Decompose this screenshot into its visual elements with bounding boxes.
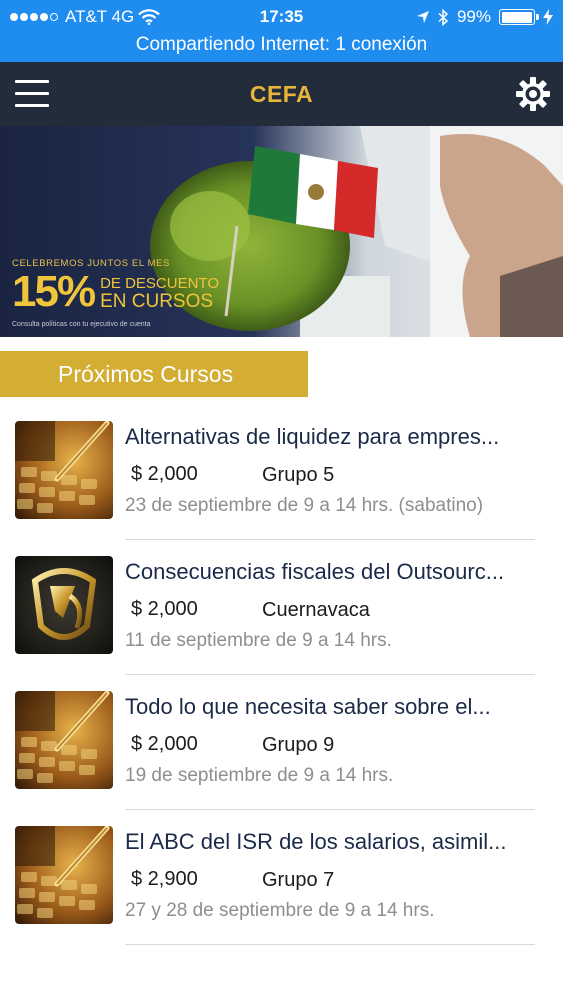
- course-price: $ 2,900: [131, 868, 198, 890]
- app-title: CEFA: [249, 81, 314, 107]
- course-title: El ABC del ISR de los salarios, asimil..…: [125, 829, 507, 854]
- course-item[interactable]: Todo lo que necesita saber sobre el... $…: [0, 675, 563, 810]
- app-header: CEFA: [0, 62, 563, 126]
- course-date: 11 de septiembre de 9 a 14 hrs.: [125, 630, 392, 651]
- gear-icon[interactable]: [515, 76, 551, 112]
- promo-banner[interactable]: CELEBREMOS JUNTOS EL MES 15% DE DESCUENT…: [0, 126, 563, 337]
- course-title: Alternativas de liquidez para empres...: [125, 424, 500, 449]
- course-group: Grupo 5: [262, 464, 335, 486]
- course-item[interactable]: Consecuencias fiscales del Outsourc... $…: [0, 540, 563, 675]
- banner-description: DE DESCUENTO EN CURSOS: [100, 275, 219, 312]
- calculator-pen-thumbnail: [15, 691, 113, 789]
- divider: [125, 944, 535, 945]
- section-title-upcoming-courses: Próximos Cursos: [0, 351, 308, 397]
- course-title: Todo lo que necesita saber sobre el...: [125, 694, 491, 719]
- course-title: Consecuencias fiscales del Outsourc...: [125, 559, 505, 584]
- battery-level: [501, 11, 533, 23]
- calculator-pen-thumbnail: [15, 826, 113, 924]
- gold-emblem-thumbnail: [15, 556, 113, 654]
- location-arrow-icon: [416, 11, 429, 23]
- course-price: $ 2,000: [131, 733, 198, 755]
- course-item[interactable]: Alternativas de liquidez para empres... …: [0, 405, 563, 540]
- banner-percent: 15%: [12, 267, 96, 316]
- status-row: AT&T 4G 17:35 99%: [0, 4, 563, 30]
- status-right: 99%: [416, 4, 553, 30]
- battery-percent: 99%: [456, 7, 491, 26]
- course-list: Alternativas de liquidez para empres... …: [0, 405, 563, 945]
- banner-text: CELEBREMOS JUNTOS EL MES 15% DE DESCUENT…: [12, 258, 219, 328]
- hotspot-banner[interactable]: Compartiendo Internet: 1 conexión: [0, 31, 563, 59]
- course-date: 27 y 28 de septiembre de 9 a 14 hrs.: [125, 900, 435, 921]
- course-group: Cuernavaca: [262, 599, 370, 621]
- course-item[interactable]: El ABC del ISR de los salarios, asimil..…: [0, 810, 563, 945]
- course-group: Grupo 7: [262, 869, 335, 891]
- banner-desc-line2: EN CURSOS: [100, 291, 214, 312]
- banner-desc-line1: DE DESCUENTO: [100, 275, 219, 292]
- banner-fine-print: Consulta políticas con tu ejecutivo de c…: [12, 321, 151, 328]
- course-price: $ 2,000: [131, 463, 198, 485]
- course-group: Grupo 9: [262, 734, 335, 756]
- course-price: $ 2,000: [131, 598, 198, 620]
- course-date: 23 de septiembre de 9 a 14 hrs. (sabatin…: [125, 495, 484, 516]
- banner-offer: 15% DE DESCUENTO EN CURSOS: [12, 267, 219, 316]
- charging-bolt-icon: [543, 9, 553, 25]
- calculator-pen-thumbnail: [15, 421, 113, 519]
- bluetooth-icon: [438, 8, 449, 26]
- course-date: 19 de septiembre de 9 a 14 hrs.: [125, 765, 394, 786]
- battery-icon: [499, 9, 539, 25]
- status-bar: AT&T 4G 17:35 99% Compartiendo Internet:…: [0, 0, 563, 62]
